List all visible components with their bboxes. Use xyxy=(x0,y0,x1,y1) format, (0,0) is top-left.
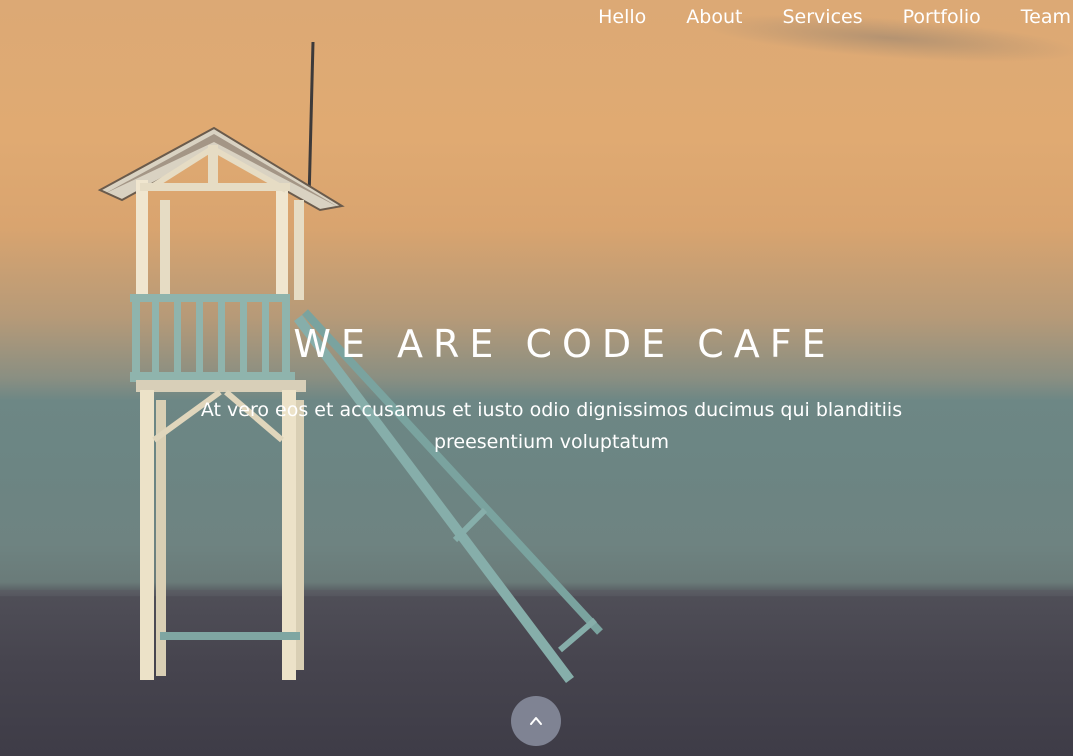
nav-link-portfolio[interactable]: Portfolio xyxy=(883,2,1001,32)
hero-section: Hello About Services Portfolio Team WE A… xyxy=(0,0,1073,756)
main-nav: Hello About Services Portfolio Team xyxy=(578,2,1073,32)
hero-title: WE ARE CODE CAFE xyxy=(293,322,836,366)
nav-link-hello[interactable]: Hello xyxy=(578,2,666,32)
nav-link-about[interactable]: About xyxy=(666,2,762,32)
nav-link-services[interactable]: Services xyxy=(762,2,882,32)
nav-link-team[interactable]: Team xyxy=(1001,2,1073,32)
scroll-up-button[interactable] xyxy=(511,696,561,746)
hero-subtitle: At vero eos et accusamus et iusto odio d… xyxy=(200,399,903,453)
hero-text: WE ARE CODE CAFE At vero eos et accusamu… xyxy=(0,322,1073,458)
chevron-up-icon xyxy=(530,717,542,725)
